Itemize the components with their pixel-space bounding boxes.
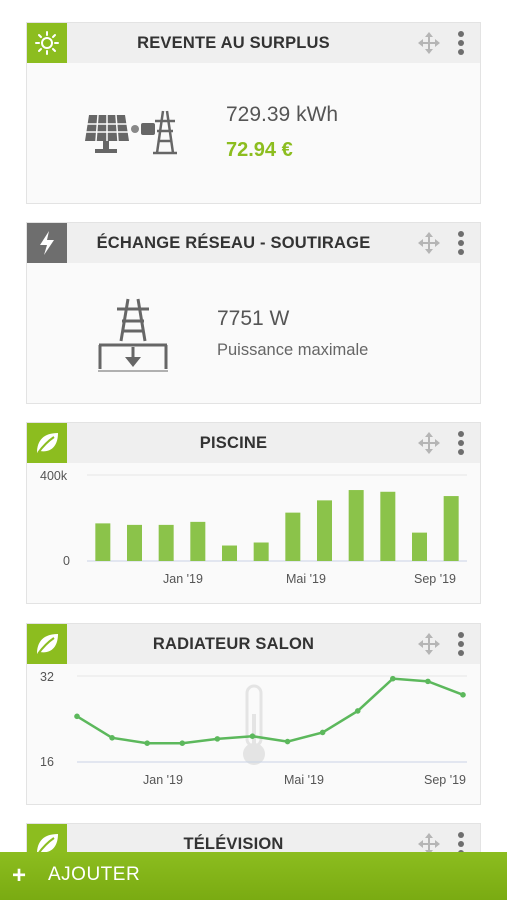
point-5 — [249, 733, 256, 739]
point-7 — [319, 729, 326, 736]
card-revente-surplus[interactable]: REVENTE AU SURPLUS 729.39 kWh 72.94 € — [26, 22, 481, 204]
bar-0 — [95, 523, 111, 561]
line-chart — [74, 675, 467, 763]
bar-1 — [127, 524, 142, 561]
more-menu-icon[interactable] — [457, 31, 465, 55]
point-1 — [109, 735, 115, 741]
bar-7 — [317, 500, 332, 561]
solar-to-grid-icon — [85, 107, 185, 159]
point-4 — [214, 736, 221, 742]
move-icon[interactable] — [418, 32, 440, 54]
bar-4 — [222, 545, 237, 561]
bar-9 — [380, 491, 396, 561]
move-icon[interactable] — [418, 633, 440, 655]
point-0 — [74, 713, 80, 720]
x-tick-jan: Jan '19 — [163, 572, 203, 586]
point-3 — [179, 740, 186, 746]
more-menu-icon[interactable] — [457, 231, 465, 255]
series-line — [76, 677, 464, 745]
point-2 — [144, 740, 150, 746]
bar-8 — [348, 490, 364, 561]
amount-value: 72.94 € — [226, 139, 293, 161]
plus-icon: + — [12, 862, 27, 889]
card-header: ÉCHANGE RÉSEAU - SOUTIRAGE — [27, 223, 480, 263]
add-label: AJOUTER — [48, 864, 141, 885]
move-icon[interactable] — [418, 432, 440, 454]
leaf-icon — [27, 423, 67, 463]
more-menu-icon[interactable] — [457, 632, 465, 656]
point-9 — [390, 675, 396, 682]
card-title: RADIATEUR SALON — [152, 635, 315, 653]
more-menu-icon[interactable] — [457, 431, 465, 455]
move-icon[interactable] — [418, 232, 440, 254]
card-header: RADIATEUR SALON — [27, 624, 480, 664]
card-header: REVENTE AU SURPLUS — [27, 23, 480, 63]
energy-value: 729.39 kWh — [226, 103, 339, 126]
point-11 — [460, 692, 466, 698]
bar-5 — [253, 542, 269, 561]
x-tick-sep: Sep '19 — [414, 572, 457, 586]
sun-icon — [27, 23, 67, 63]
x-tick-jan: Jan '19 — [143, 773, 183, 787]
point-6 — [284, 738, 291, 745]
card-piscine[interactable]: PISCINE 400k 0 Jan '19 Mai '19 Sep '19 — [26, 422, 481, 604]
leaf-icon — [27, 624, 67, 664]
grid-withdrawal-icon — [95, 297, 171, 373]
point-8 — [354, 708, 361, 714]
card-body: 729.39 kWh 72.94 € — [27, 63, 480, 203]
card-echange-reseau[interactable]: ÉCHANGE RÉSEAU - SOUTIRAGE 7751 W Puissa… — [26, 222, 481, 404]
power-value: 7751 W — [217, 307, 290, 330]
x-tick-mai: Mai '19 — [284, 773, 324, 787]
bar-2 — [158, 524, 174, 561]
add-widget-button[interactable]: + AJOUTER — [0, 852, 507, 900]
chart-area: 32 16 Jan '19 Mai '19 Sep '19 — [27, 664, 480, 804]
card-body: 7751 W Puissance maximale — [27, 263, 480, 403]
bar-10 — [412, 532, 427, 561]
bar-chart — [87, 474, 467, 562]
bar-11 — [443, 496, 459, 561]
bar-3 — [190, 521, 206, 561]
lightning-icon — [27, 223, 67, 263]
chart-area: 400k 0 Jan '19 Mai '19 Sep '19 — [27, 463, 480, 603]
power-label: Puissance maximale — [217, 341, 369, 359]
card-title: ÉCHANGE RÉSEAU - SOUTIRAGE — [96, 234, 371, 252]
x-tick-mai: Mai '19 — [286, 572, 326, 586]
card-title: PISCINE — [199, 434, 268, 452]
x-tick-sep: Sep '19 — [424, 773, 467, 787]
card-header: PISCINE — [27, 423, 480, 463]
point-10 — [425, 678, 431, 685]
card-title: REVENTE AU SURPLUS — [137, 34, 330, 52]
card-radiateur-salon[interactable]: RADIATEUR SALON 32 16 Jan '19 Mai '19 Se… — [26, 623, 481, 805]
bar-6 — [285, 512, 301, 561]
